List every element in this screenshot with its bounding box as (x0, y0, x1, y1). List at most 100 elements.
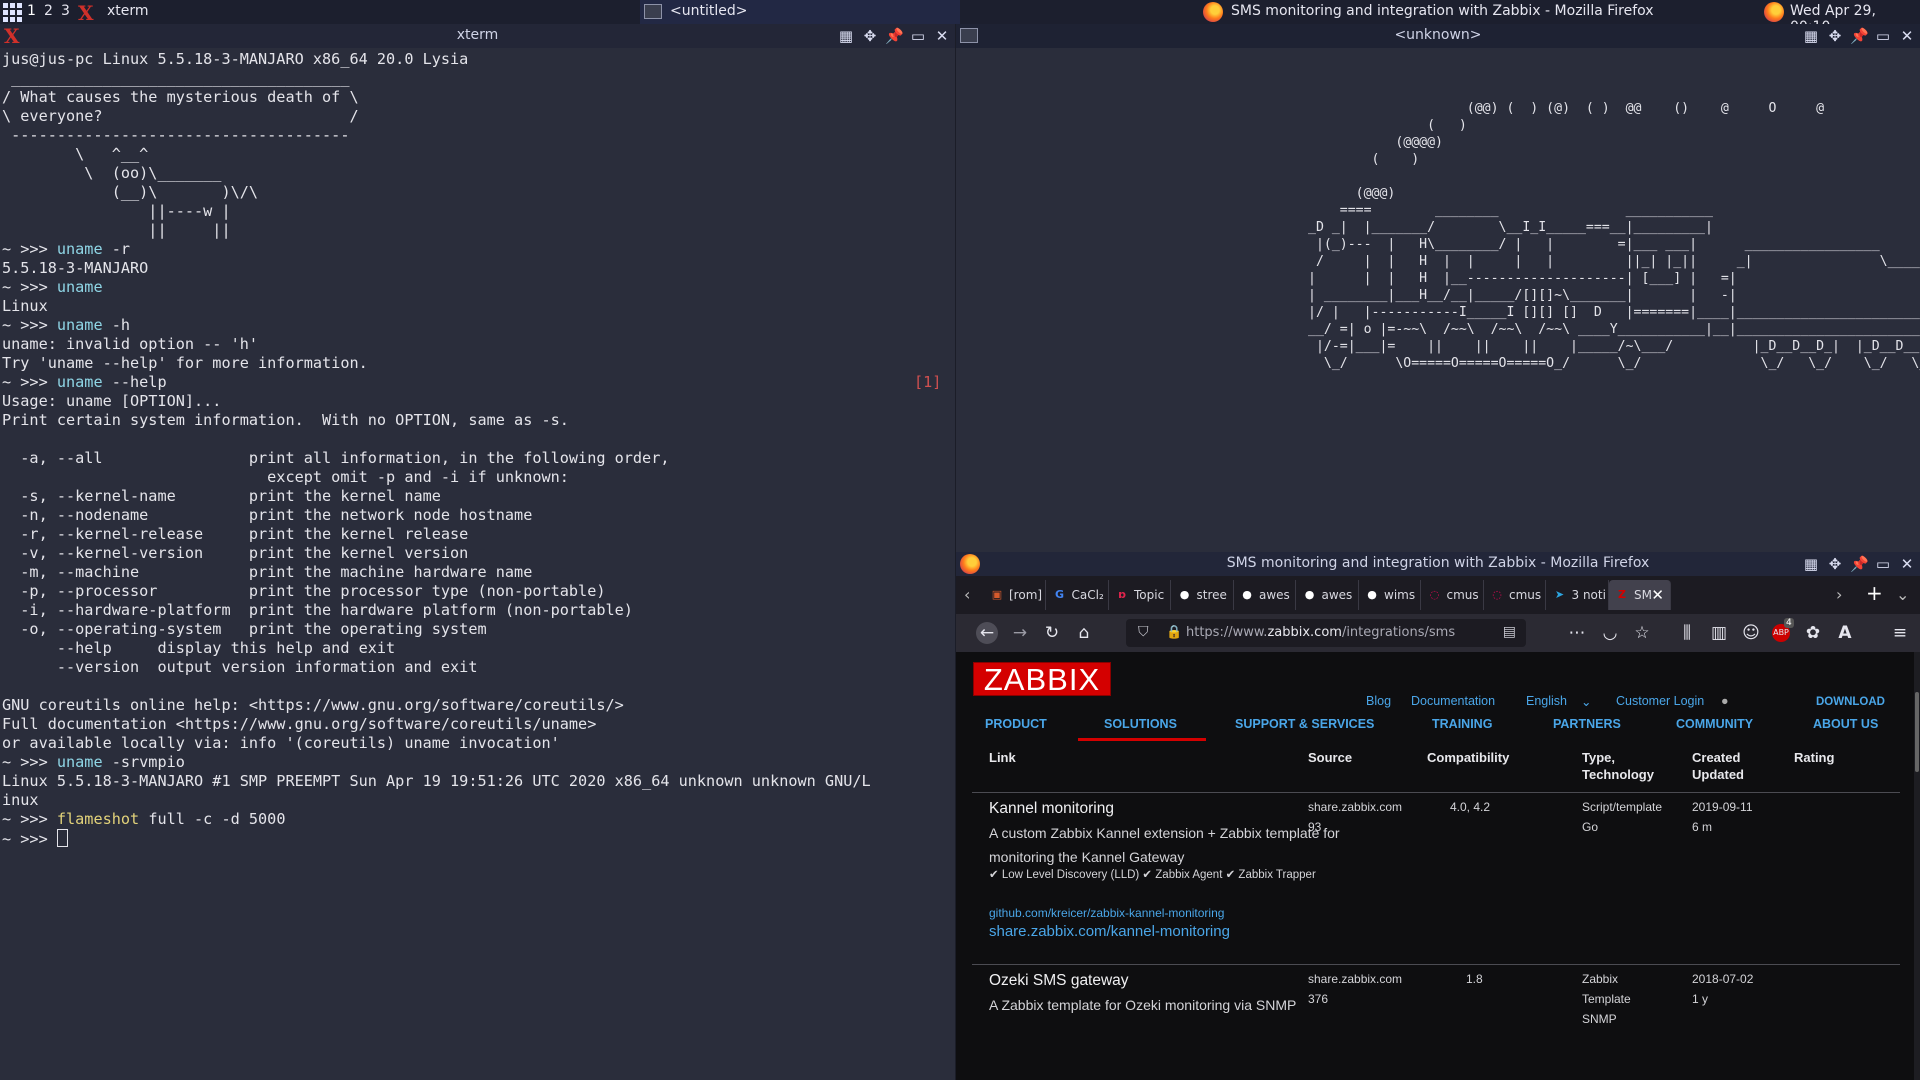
download-link[interactable]: DOWNLOAD (1816, 696, 1885, 708)
firefox-title: SMS monitoring and integration with Zabb… (1226, 555, 1650, 571)
chevron-down-icon[interactable]: ⌄ (1581, 694, 1591, 709)
blog-link[interactable]: Blog (1366, 694, 1391, 708)
col-compatibility: Compatibility (1427, 750, 1510, 765)
lock-icon[interactable]: 🔒 (1166, 625, 1182, 640)
task-untitled[interactable]: <untitled> (640, 0, 960, 24)
home-icon[interactable]: ⌂ (1073, 622, 1095, 644)
user-icon[interactable]: ● (1721, 694, 1729, 708)
browser-tab[interactable]: ● awes (1297, 580, 1359, 610)
terminal-line: -n, --nodename print the network node ho… (2, 506, 533, 524)
firefox-titlebar[interactable]: SMS monitoring and integration with Zabb… (956, 552, 1920, 576)
exit-code: [1] (914, 373, 942, 391)
terminal-output[interactable]: jus@jus-pc Linux 5.5.18-3-MANJARO x86_64… (2, 50, 952, 848)
new-tab-icon[interactable]: + (1866, 581, 1883, 605)
list-tabs-icon[interactable]: ⌄ (1896, 585, 1909, 604)
browser-tab[interactable]: G CaCl₂ (1047, 580, 1109, 610)
row-type: Zabbix Template SNMP (1582, 972, 1631, 1026)
customer-login-link[interactable]: Customer Login (1616, 694, 1704, 708)
unknown-title: <unknown> (1394, 27, 1482, 43)
terminal-cursor (56, 829, 68, 847)
nav-training[interactable]: TRAINING (1432, 717, 1492, 731)
row-description: A custom Zabbix Kannel extension + Zabbi… (989, 825, 1340, 865)
reader-view-icon[interactable]: ▤ (1503, 624, 1516, 640)
workspace-2[interactable]: 2 (44, 3, 53, 19)
bookmark-star-icon[interactable]: ☆ (1631, 622, 1653, 644)
maximize-icon[interactable]: ▭ (909, 27, 927, 45)
task-firefox[interactable]: SMS monitoring and integration with Zabb… (1200, 0, 1680, 24)
move-icon[interactable]: ✥ (861, 27, 879, 45)
tabs-scroll-left-icon[interactable]: ‹ (964, 585, 970, 604)
row-share-link[interactable]: share.zabbix.com/kannel-monitoring (989, 923, 1230, 940)
url-bar[interactable]: ⛉ 🔒 https://www.zabbix.com/integrations/… (1126, 619, 1526, 647)
tab-label: cmus (1509, 588, 1542, 602)
move-icon[interactable]: ✥ (1826, 27, 1844, 45)
pin-icon[interactable]: 📌 (1850, 555, 1869, 573)
steam-locomotive-ascii: (@@) ( ) (@) ( ) @@ () @ O @ ( ) (@@@@) … (1308, 101, 1920, 371)
workspace-3[interactable]: 3 (61, 3, 70, 19)
hamburger-menu-icon[interactable]: ≡ (1889, 622, 1911, 644)
tile-icon[interactable]: ▦ (1802, 555, 1820, 573)
tab-label: CaCl₂ (1071, 588, 1104, 602)
sidebar-icon[interactable]: ▥ (1708, 622, 1730, 644)
forward-icon[interactable]: → (1009, 622, 1031, 644)
zabbix-logo[interactable]: ZABBIX (973, 662, 1111, 697)
terminal-line: ~ >>> flameshot full -c -d 5000 (2, 810, 286, 828)
tile-icon[interactable]: ▦ (837, 27, 855, 45)
nav-about-us[interactable]: ABOUT US (1813, 717, 1878, 731)
browser-tab[interactable]: ◌ cmus (1422, 580, 1484, 610)
app-menu-icon[interactable] (2, 2, 22, 22)
language-select[interactable]: English (1526, 694, 1567, 708)
unknown-titlebar[interactable]: <unknown> ▦ ✥ 📌 ▭ ✕ (956, 24, 1920, 48)
back-icon[interactable]: ← (976, 622, 998, 644)
task-xterm[interactable]: xterm (107, 3, 149, 19)
pin-icon[interactable]: 📌 (885, 27, 904, 45)
scrollbar-thumb[interactable] (1915, 692, 1919, 772)
shield-icon[interactable]: ⛉ (1138, 624, 1149, 640)
terminal-line: GNU coreutils online help: <https://www.… (2, 696, 624, 714)
nav-partners[interactable]: PARTNERS (1553, 717, 1621, 731)
browser-tab[interactable]: ● stree (1172, 580, 1234, 610)
nav-community[interactable]: COMMUNITY (1676, 717, 1753, 731)
close-icon[interactable]: ✕ (933, 27, 951, 45)
extension-icon[interactable]: ✿ (1802, 622, 1824, 644)
pocket-icon[interactable]: ◡ (1599, 622, 1621, 644)
account-icon[interactable]: ☺ (1740, 622, 1762, 644)
tile-icon[interactable]: ▦ (1802, 27, 1820, 45)
workspace-1[interactable]: 1 (27, 3, 36, 19)
browser-tab[interactable]: ➤ 3 noti (1547, 580, 1609, 610)
browser-tab[interactable]: ◌ cmus (1484, 580, 1546, 610)
maximize-icon[interactable]: ▭ (1874, 555, 1892, 573)
row-title[interactable]: Ozeki SMS gateway (989, 972, 1129, 990)
tabs-scroll-right-icon[interactable]: › (1836, 585, 1842, 604)
task-firefox-label: SMS monitoring and integration with Zabb… (1231, 3, 1654, 19)
page-scrollbar[interactable] (1914, 652, 1920, 1080)
pin-icon[interactable]: 📌 (1850, 27, 1869, 45)
browser-tab[interactable]: ɒ Topic (1109, 580, 1171, 610)
close-icon[interactable]: ✕ (1898, 27, 1916, 45)
browser-tab[interactable]: ● awes (1234, 580, 1296, 610)
row-github-link[interactable]: github.com/kreicer/zabbix-kannel-monitor… (989, 906, 1224, 920)
header-divider (972, 792, 1900, 793)
close-icon[interactable]: ✕ (1898, 555, 1916, 573)
nav-solutions[interactable]: SOLUTIONS (1104, 717, 1177, 731)
close-tab-icon[interactable]: ✕ (1651, 586, 1664, 604)
library-icon[interactable]: ⫼ (1676, 622, 1698, 644)
more-actions-icon[interactable]: ⋯ (1566, 622, 1588, 644)
browser-tab[interactable]: ● wims (1359, 580, 1421, 610)
xterm-titlebar[interactable]: X xterm ▦ ✥ 📌 ▭ ✕ (0, 24, 955, 48)
firefox-tray-icon[interactable] (1764, 2, 1784, 22)
terminal-line: 5.5.18-3-MANJARO (2, 259, 149, 277)
google-icon: G (1054, 588, 1065, 601)
move-icon[interactable]: ✥ (1826, 555, 1844, 573)
browser-tab[interactable]: ▣ [rom] (984, 580, 1046, 610)
reload-icon[interactable]: ↻ (1041, 622, 1063, 644)
row-title[interactable]: Kannel monitoring (989, 800, 1114, 818)
browser-tab[interactable]: Z SM ✕ (1609, 580, 1671, 610)
maximize-icon[interactable]: ▭ (1874, 27, 1892, 45)
terminal-line: -i, --hardware-platform print the hardwa… (2, 601, 633, 619)
nav-support[interactable]: SUPPORT & SERVICES (1235, 717, 1374, 731)
url-text[interactable]: https://www.zabbix.com/integrations/sms (1186, 625, 1455, 640)
profile-letter-icon[interactable]: A (1834, 622, 1856, 644)
nav-product[interactable]: PRODUCT (985, 717, 1047, 731)
documentation-link[interactable]: Documentation (1411, 694, 1495, 708)
